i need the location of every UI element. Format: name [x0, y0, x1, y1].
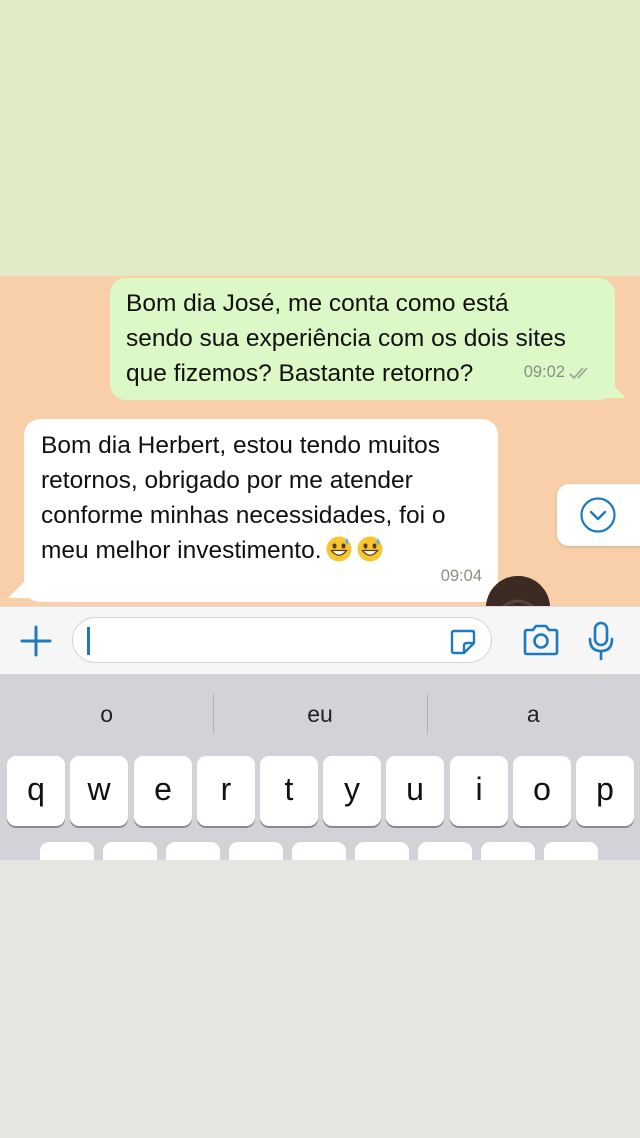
suggestion-item[interactable]: a: [426, 674, 640, 754]
incoming-message-bubble[interactable]: Bom dia Herbert, estou tendo muitos reto…: [24, 419, 498, 602]
key[interactable]: t: [260, 756, 318, 826]
key[interactable]: [355, 842, 409, 860]
key[interactable]: r: [197, 756, 255, 826]
grinning-sweat-emoji: [326, 536, 352, 562]
suggestion-item[interactable]: eu: [213, 674, 426, 754]
message-line-text: meu melhor investimento.: [41, 537, 322, 564]
key[interactable]: [229, 842, 283, 860]
key[interactable]: [166, 842, 220, 860]
bottom-background: [0, 860, 640, 1138]
key[interactable]: y: [323, 756, 381, 826]
message-line: Bom dia José, me conta como está: [126, 290, 509, 317]
scroll-to-bottom-button[interactable]: [557, 484, 640, 546]
suggestion-item[interactable]: o: [0, 674, 213, 754]
message-input[interactable]: [72, 617, 492, 663]
plus-icon[interactable]: [18, 623, 54, 659]
message-composer: [0, 606, 640, 675]
text-caret: [87, 627, 90, 655]
keyboard-row: q w e r t y u i o p: [0, 756, 640, 826]
key[interactable]: p: [576, 756, 634, 826]
key[interactable]: e: [134, 756, 192, 826]
chat-area[interactable]: Bom dia José, me conta como está sendo s…: [0, 276, 640, 606]
key[interactable]: [40, 842, 94, 860]
keyboard: o eu a q w e r t y u i o p: [0, 674, 640, 860]
message-line: Bom dia Herbert, estou tendo muitos: [41, 432, 441, 459]
suggestion-bar: o eu a: [0, 674, 640, 754]
message-line: meu melhor investimento.: [41, 533, 484, 568]
incoming-bubble-tail: [8, 576, 30, 598]
key[interactable]: i: [450, 756, 508, 826]
outgoing-message-bubble[interactable]: Bom dia José, me conta como está sendo s…: [110, 278, 615, 400]
message-line: sendo sua experiência com os dois sites: [126, 325, 566, 352]
message-time: 09:02: [523, 363, 565, 381]
message-time: 09:04: [440, 567, 482, 585]
key[interactable]: q: [7, 756, 65, 826]
key[interactable]: [481, 842, 535, 860]
key[interactable]: [292, 842, 346, 860]
microphone-icon[interactable]: [588, 621, 614, 661]
key[interactable]: u: [386, 756, 444, 826]
key[interactable]: [418, 842, 472, 860]
chevron-down-icon: [580, 497, 616, 533]
outgoing-bubble-tail: [604, 376, 626, 398]
sticker-icon[interactable]: [449, 628, 477, 656]
key[interactable]: [103, 842, 157, 860]
message-line: conforme minhas necessidades, foi o: [41, 502, 446, 529]
key[interactable]: o: [513, 756, 571, 826]
double-check-icon: [569, 366, 588, 379]
key[interactable]: [544, 842, 598, 860]
camera-icon[interactable]: [522, 623, 560, 657]
keyboard-row-partial: [0, 842, 640, 860]
top-background: [0, 0, 640, 276]
message-line: retornos, obrigado por me atender: [41, 467, 413, 494]
message-meta: 09:02: [524, 355, 593, 390]
grinning-sweat-emoji: [357, 536, 383, 562]
key[interactable]: w: [70, 756, 128, 826]
